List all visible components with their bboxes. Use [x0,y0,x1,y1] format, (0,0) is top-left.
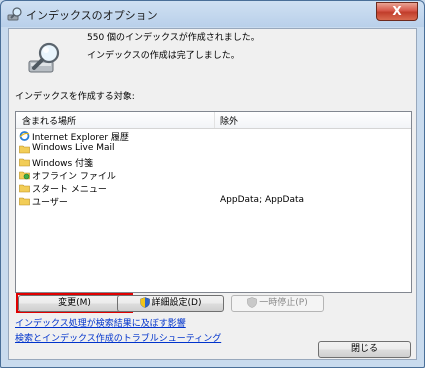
troubleshoot-link[interactable]: 検索とインデックス作成のトラブルシューティング [15,331,221,344]
dialog-body: 550 個のインデックスが作成されました。 インデックスの作成は完了しました。 … [8,28,417,360]
list-item[interactable]: Windows 付箋 [16,156,411,169]
list-item[interactable]: オフライン ファイル [16,169,411,182]
location-name: スタート メニュー [32,185,107,195]
included-locations-list[interactable]: 含まれる場所 除外 Internet Explorer 履歴 Windows L… [15,111,412,293]
location-name: ユーザー [32,198,68,208]
list-item[interactable]: Internet Explorer 履歴 [16,130,411,143]
offline-files-icon [19,171,30,180]
affect-results-link[interactable]: インデックス処理が検索結果に及ぼす影響 [15,316,186,329]
column-header-included[interactable]: 含まれる場所 [22,114,76,127]
folder-icon [19,145,30,154]
list-item[interactable]: Windows Live Mail [16,143,411,156]
ie-history-icon [19,131,30,141]
uac-shield-icon [139,297,150,308]
location-name: オフライン ファイル [32,172,116,182]
location-name: Internet Explorer 履歴 [32,133,129,143]
pause-button-label: 一時停止(P) [259,298,308,308]
uac-shield-icon [247,297,258,308]
close-window-button[interactable]: X [376,2,418,21]
advanced-button[interactable]: 詳細設定(D) [117,295,224,312]
close-button[interactable]: 閉じる [318,341,411,358]
list-header: 含まれる場所 除外 [16,112,411,129]
location-name: Windows Live Mail [32,143,115,153]
advanced-button-label: 詳細設定(D) [151,298,202,308]
indexed-count-text: 550 個のインデックスが作成されました。 [87,33,260,43]
indexing-complete-text: インデックスの作成は完了しました。 [87,51,240,61]
location-excluded: AppData; AppData [220,195,305,205]
list-item[interactable]: ユーザー AppData; AppData [16,195,411,208]
column-header-excluded[interactable]: 除外 [220,114,238,127]
magnifier-drive-icon [28,42,60,73]
modify-button[interactable]: 変更(M) [18,295,131,312]
folder-icon [19,184,30,193]
indexing-options-window: インデックスのオプション X 550 個のインデックスが作成されました。 インデ… [0,0,425,368]
location-name: Windows 付箋 [32,159,94,169]
folder-icon [19,158,30,167]
pause-button[interactable]: 一時停止(P) [231,295,324,312]
locations-section-label: インデックスを作成する対象: [15,92,135,102]
search-index-icon [7,7,22,21]
window-title: インデックスのオプション [26,9,158,22]
column-divider[interactable] [214,112,215,128]
list-item[interactable]: スタート メニュー [16,182,411,195]
title-bar[interactable]: インデックスのオプション X [1,1,424,27]
folder-icon [19,197,30,206]
